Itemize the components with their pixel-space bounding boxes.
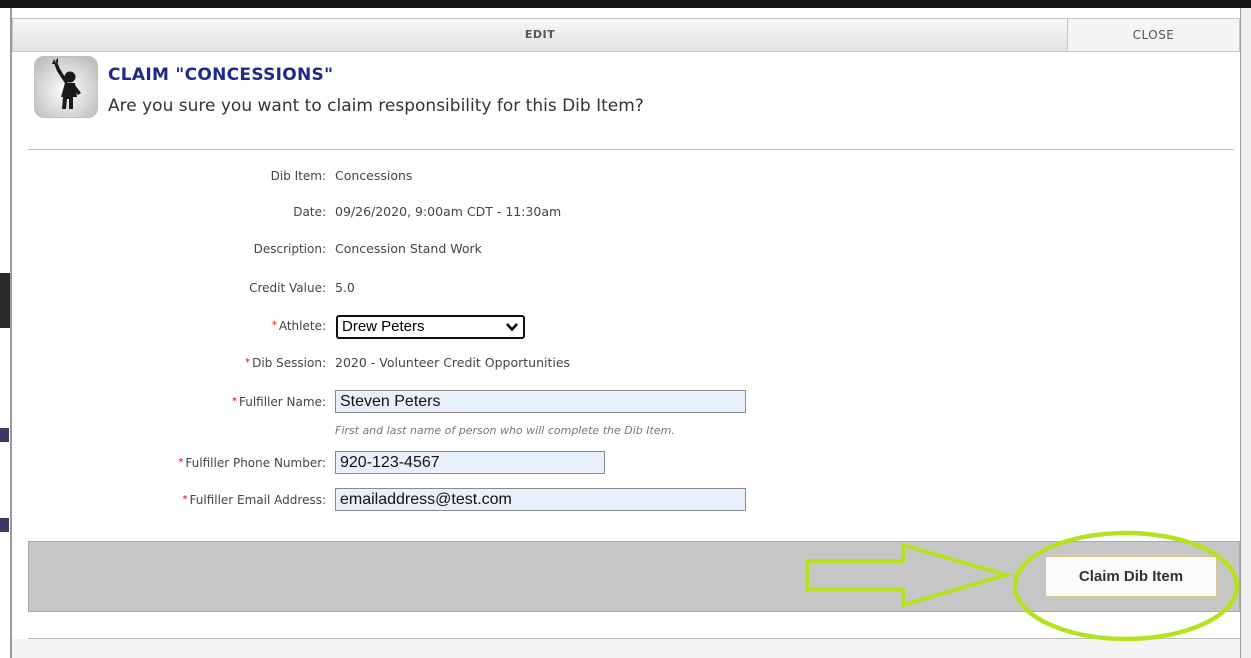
description-value: Concession Stand Work bbox=[335, 241, 482, 256]
claim-dib-item-button[interactable]: Claim Dib Item bbox=[1045, 556, 1217, 597]
date-row: Date: 09/26/2020, 9:00am CDT - 11:30am bbox=[12, 199, 1240, 225]
athlete-selected-value: Drew Peters bbox=[342, 318, 425, 335]
fulfiller-name-input[interactable]: Steven Peters bbox=[335, 390, 746, 413]
athlete-row: * Athlete: Drew Peters bbox=[12, 313, 1240, 339]
fulfiller-email-label: * Fulfiller Email Address: bbox=[182, 493, 326, 507]
dialog-title-tab: EDIT bbox=[524, 28, 556, 41]
credit-value-row: Credit Value: 5.0 bbox=[12, 275, 1240, 301]
page-top-strip bbox=[0, 0, 1251, 8]
chevron-down-icon bbox=[506, 323, 518, 332]
fulfiller-phone-row: * Fulfiller Phone Number: 920-123-4567 bbox=[12, 450, 1240, 476]
required-marker: * bbox=[182, 494, 188, 505]
fulfiller-name-label: * Fulfiller Name: bbox=[232, 395, 326, 409]
fulfiller-phone-label: * Fulfiller Phone Number: bbox=[178, 456, 326, 470]
claim-dialog: EDIT CLOSE CLAIM "CONCESSIONS" Are you s… bbox=[12, 8, 1240, 658]
required-marker: * bbox=[245, 357, 251, 368]
close-button[interactable]: CLOSE bbox=[1067, 19, 1239, 51]
page-right-edge bbox=[1240, 8, 1251, 658]
dialog-heading: CLAIM "CONCESSIONS" bbox=[108, 65, 334, 85]
raised-hand-figure-icon bbox=[34, 56, 98, 118]
fulfiller-phone-input[interactable]: 920-123-4567 bbox=[335, 451, 605, 474]
fulfiller-email-input[interactable]: emailaddress@test.com bbox=[335, 488, 746, 511]
credit-value-label: Credit Value: bbox=[249, 281, 326, 295]
required-marker: * bbox=[232, 396, 237, 407]
description-row: Description: Concession Stand Work bbox=[12, 236, 1240, 262]
date-value: 09/26/2020, 9:00am CDT - 11:30am bbox=[335, 204, 562, 219]
fulfiller-email-row: * Fulfiller Email Address: emailaddress@t… bbox=[12, 487, 1240, 513]
dib-item-value: Concessions bbox=[335, 168, 413, 183]
athlete-select[interactable]: Drew Peters bbox=[336, 315, 525, 339]
date-label: Date: bbox=[293, 205, 326, 219]
dib-item-label: Dib Item: bbox=[270, 169, 326, 183]
description-label: Description: bbox=[253, 242, 326, 256]
credit-value: 5.0 bbox=[335, 280, 355, 295]
fulfiller-name-row: * Fulfiller Name: Steven Peters bbox=[12, 389, 1240, 415]
bottom-bar bbox=[12, 639, 1240, 658]
dib-session-value: 2020 - Volunteer Credit Opportunities bbox=[335, 355, 571, 370]
dialog-titlebar: EDIT CLOSE bbox=[12, 18, 1240, 52]
required-marker: * bbox=[178, 457, 184, 468]
dib-item-row: Dib Item: Concessions bbox=[12, 163, 1240, 189]
fulfiller-name-hint: First and last name of person who will c… bbox=[335, 424, 675, 437]
page-left-edge bbox=[0, 8, 12, 658]
dib-session-label: * Dib Session: bbox=[245, 356, 326, 370]
dib-session-row: * Dib Session: 2020 - Volunteer Credit Op… bbox=[12, 350, 1240, 376]
confirmation-question: Are you sure you want to claim responsib… bbox=[108, 96, 644, 116]
athlete-label: * Athlete: bbox=[271, 319, 326, 333]
header-divider bbox=[28, 149, 1234, 150]
required-marker: * bbox=[271, 320, 277, 331]
